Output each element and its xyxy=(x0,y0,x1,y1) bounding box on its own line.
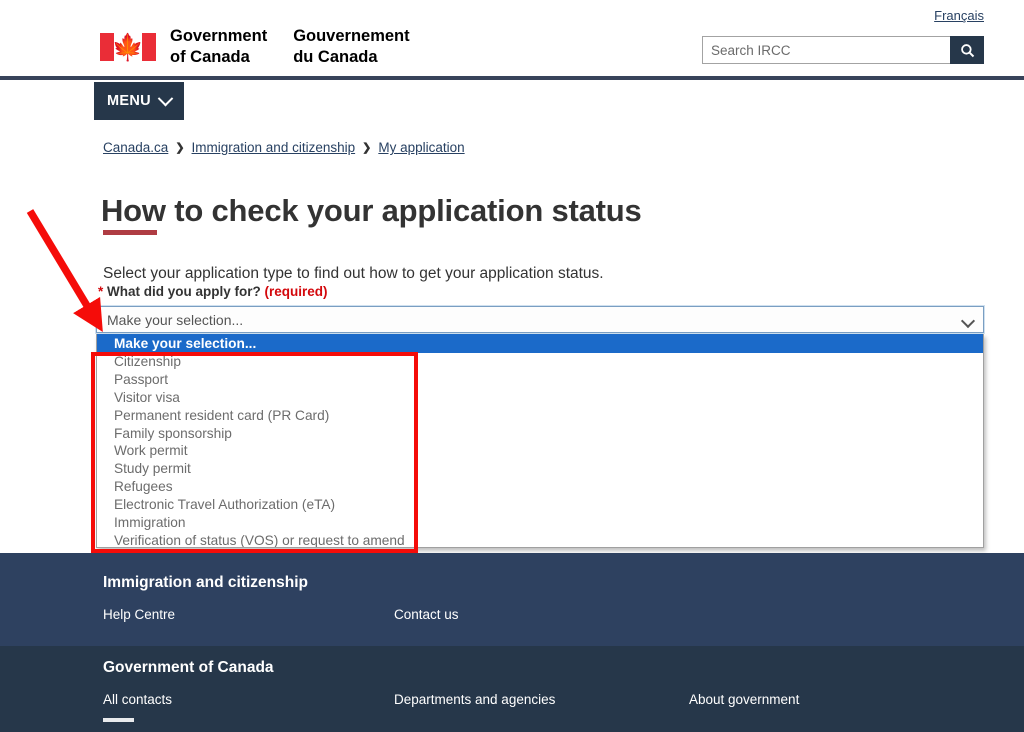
brand-wordmark-en: Government of Canada xyxy=(170,27,268,66)
menu-button[interactable]: MENU xyxy=(94,82,184,120)
footer-link-help-centre[interactable]: Help Centre xyxy=(103,607,175,622)
search-icon xyxy=(960,43,974,57)
language-toggle-wrap: Français xyxy=(934,7,984,25)
page-intro-text: Select your application type to find out… xyxy=(103,264,604,282)
application-type-select[interactable]: Make your selection... xyxy=(96,306,984,333)
breadcrumb-item-my-application[interactable]: My application xyxy=(378,140,464,155)
option-item[interactable]: Verification of status (VOS) or request … xyxy=(97,532,983,547)
footer-heading-government: Government of Canada xyxy=(103,659,274,676)
breadcrumb-item-immigration-and-citizenship[interactable]: Immigration and citizenship xyxy=(192,140,356,155)
brand-wordmark: Government of Canada Gouvernement du Can… xyxy=(170,26,410,67)
footer-link-about-government[interactable]: About government xyxy=(689,692,799,707)
option-item[interactable]: Make your selection... xyxy=(97,334,983,353)
site-search xyxy=(702,36,984,64)
breadcrumb-item-canada-ca[interactable]: Canada.ca xyxy=(103,140,168,155)
required-indicator: (required) xyxy=(264,284,328,299)
breadcrumb-separator: ❯ xyxy=(175,142,185,154)
canada-flag-icon: 🍁 xyxy=(100,32,156,61)
language-toggle-link[interactable]: Français xyxy=(934,8,984,23)
option-item[interactable]: Visitor visa xyxy=(97,389,983,407)
footer-link-all-contacts[interactable]: All contacts xyxy=(103,692,172,707)
application-type-label-text: What did you apply for? xyxy=(107,284,261,299)
breadcrumb: Canada.ca ❯ Immigration and citizenship … xyxy=(103,140,465,155)
search-input[interactable] xyxy=(702,36,950,64)
option-item[interactable]: Family sponsorship xyxy=(97,425,983,443)
option-item[interactable]: Permanent resident card (PR Card) xyxy=(97,407,983,425)
option-item[interactable]: Immigration xyxy=(97,514,983,532)
option-item[interactable]: Passport xyxy=(97,371,983,389)
chevron-down-icon xyxy=(157,90,174,106)
search-button[interactable] xyxy=(950,36,984,64)
footer-heading-immigration: Immigration and citizenship xyxy=(103,574,308,591)
page-title: How to check your application status xyxy=(101,193,642,228)
chevron-down-icon xyxy=(960,313,976,329)
option-item[interactable]: Refugees xyxy=(97,478,983,496)
title-underline-rule xyxy=(103,230,157,235)
option-item[interactable]: Study permit xyxy=(97,460,983,478)
footer-link-contact-us[interactable]: Contact us xyxy=(394,607,459,622)
menu-button-label: MENU xyxy=(107,93,151,109)
application-type-label: * What did you apply for? (required) xyxy=(98,284,328,299)
footer-link-departments-and-agencies[interactable]: Departments and agencies xyxy=(394,692,555,707)
option-item[interactable]: Electronic Travel Authorization (eTA) xyxy=(97,496,983,514)
option-item[interactable]: Work permit xyxy=(97,442,983,460)
footer-rule xyxy=(103,718,134,722)
application-type-select-value: Make your selection... xyxy=(107,311,244,328)
required-asterisk: * xyxy=(98,284,104,299)
site-header: Français 🍁 Government of Canada Gouverne… xyxy=(0,0,1024,76)
brand-wordmark-fr: Gouvernement du Canada xyxy=(293,27,410,66)
breadcrumb-separator: ❯ xyxy=(362,142,372,154)
goc-signature: 🍁 Government of Canada Gouvernement du C… xyxy=(100,26,410,67)
footer-section-immigration xyxy=(0,553,1024,646)
option-item[interactable]: Citizenship xyxy=(97,353,983,371)
application-type-option-list[interactable]: Make your selection... Citizenship Passpor… xyxy=(96,334,984,548)
